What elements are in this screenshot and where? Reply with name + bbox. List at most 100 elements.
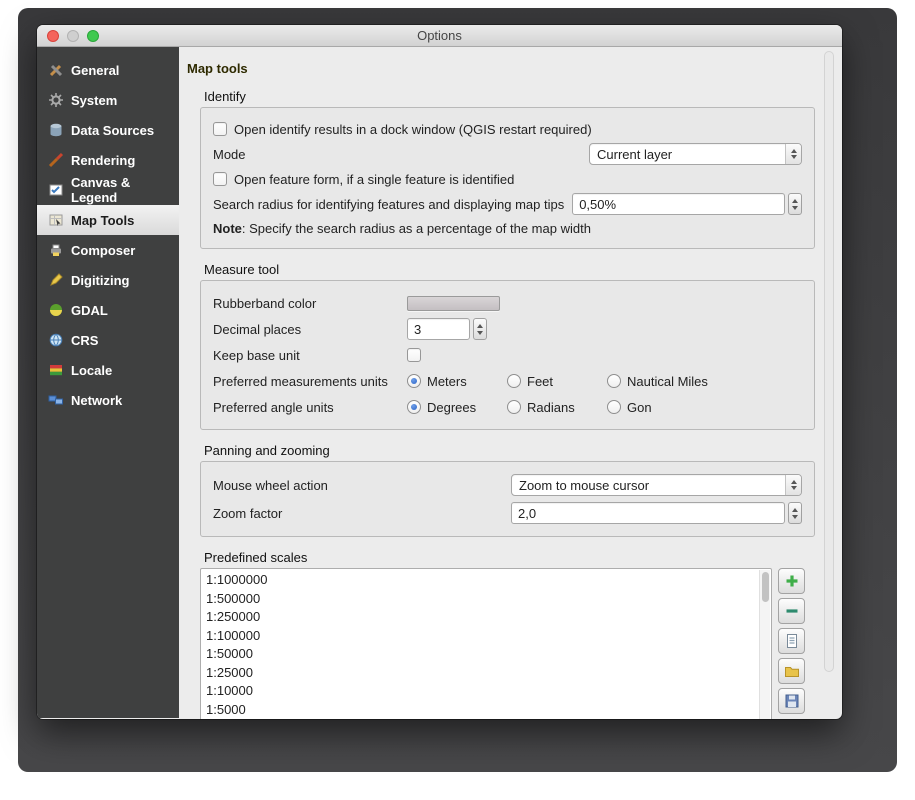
preferred-units-label: Preferred measurements units [213,374,407,389]
gdal-icon [47,302,64,318]
panning-groupbox: Mouse wheel action Zoom to mouse cursor … [200,461,815,537]
sidebar-item-label: Network [71,393,122,408]
measure-groupbox: Rubberband color Decimal places Keep bas… [200,280,815,430]
units-meters-label: Meters [427,374,467,389]
list-scrollbar[interactable] [759,570,770,719]
angle-radians-label: Radians [527,400,575,415]
mouse-wheel-select[interactable]: Zoom to mouse cursor [511,474,802,496]
title-bar[interactable]: Options [37,25,842,47]
sidebar-item-data-sources[interactable]: Data Sources [37,115,179,145]
search-radius-input[interactable] [572,193,785,215]
wrench-icon [47,62,64,78]
radio-icon [607,374,621,388]
keep-base-unit-checkbox[interactable] [407,348,421,362]
measure-section-label: Measure tool [204,262,842,277]
sidebar-item-label: GDAL [71,303,108,318]
search-radius-label: Search radius for identifying features a… [213,197,564,212]
mode-label: Mode [213,147,246,162]
paintbrush-icon [47,152,64,168]
scrollbar-thumb[interactable] [762,572,769,602]
radio-icon [607,400,621,414]
sidebar-item-label: General [71,63,119,78]
scale-list-item[interactable]: 1:25000 [206,664,771,683]
identify-section-label: Identify [204,89,842,104]
gear-icon [47,92,64,108]
scale-list-item[interactable]: 1:100000 [206,627,771,646]
scale-list-item[interactable]: 1:10000 [206,682,771,701]
locale-flags-icon [47,362,64,378]
sidebar-item-label: Canvas & Legend [71,175,179,205]
scale-list-item[interactable]: 1:50000 [206,645,771,664]
angle-gon-radio[interactable]: Gon [607,400,652,415]
remove-scale-button[interactable] [778,598,805,624]
restore-default-scales-button[interactable] [778,628,805,654]
preferred-angle-label: Preferred angle units [213,400,407,415]
sidebar-item-label: CRS [71,333,98,348]
rubberband-color-button[interactable] [407,296,500,311]
plus-icon [784,573,800,589]
predefined-scales-list[interactable]: 1:1000000 1:500000 1:250000 1:100000 1:5… [200,568,772,719]
map-tools-icon [47,212,64,228]
sidebar-item-canvas-legend[interactable]: Canvas & Legend [37,175,179,205]
document-icon [784,633,800,649]
units-feet-label: Feet [527,374,553,389]
identify-groupbox: Open identify results in a dock window (… [200,107,815,249]
database-icon [47,122,64,138]
options-sidebar: General System Data Sources Rendering [37,47,179,718]
panel-scrollbar[interactable] [824,51,834,672]
chevron-updown-icon [785,144,801,164]
scale-list-item[interactable]: 1:250000 [206,608,771,627]
sidebar-item-crs[interactable]: CRS [37,325,179,355]
folder-icon [784,663,800,679]
units-feet-radio[interactable]: Feet [507,374,607,389]
feature-form-label: Open feature form, if a single feature i… [234,172,514,187]
angle-degrees-radio[interactable]: Degrees [407,400,507,415]
scale-list-item[interactable]: 1:500000 [206,590,771,609]
keep-base-unit-label: Keep base unit [213,348,407,363]
units-nautical-radio[interactable]: Nautical Miles [607,374,708,389]
feature-form-checkbox[interactable] [213,172,227,186]
sidebar-item-general[interactable]: General [37,55,179,85]
add-scale-button[interactable] [778,568,805,594]
identify-mode-select[interactable]: Current layer [589,143,802,165]
note-bold: Note [213,221,242,236]
sidebar-item-label: Rendering [71,153,135,168]
angle-degrees-label: Degrees [427,400,476,415]
export-scales-button[interactable] [778,688,805,714]
sidebar-item-rendering[interactable]: Rendering [37,145,179,175]
angle-radians-radio[interactable]: Radians [507,400,607,415]
radio-icon [507,374,521,388]
sidebar-item-map-tools[interactable]: Map Tools [37,205,179,235]
close-icon[interactable] [47,30,59,42]
window-title: Options [417,28,462,43]
sidebar-item-system[interactable]: System [37,85,179,115]
identify-dock-checkbox[interactable] [213,122,227,136]
sidebar-item-composer[interactable]: Composer [37,235,179,265]
globe-icon [47,332,64,348]
save-icon [784,693,800,709]
note-text: : Specify the search radius as a percent… [242,221,591,236]
sidebar-item-digitizing[interactable]: Digitizing [37,265,179,295]
scale-list-item[interactable]: 1:5000 [206,701,771,720]
search-radius-stepper[interactable] [788,193,802,215]
sidebar-item-network[interactable]: Network [37,385,179,415]
zoom-window-icon[interactable] [87,30,99,42]
import-scales-button[interactable] [778,658,805,684]
decimal-places-stepper[interactable] [473,318,487,340]
sidebar-item-gdal[interactable]: GDAL [37,295,179,325]
decimal-places-label: Decimal places [213,322,407,337]
zoom-factor-label: Zoom factor [213,506,511,521]
zoom-factor-input[interactable] [511,502,785,524]
units-nautical-label: Nautical Miles [627,374,708,389]
units-meters-radio[interactable]: Meters [407,374,507,389]
sidebar-item-label: System [71,93,117,108]
zoom-factor-stepper[interactable] [788,502,802,524]
map-tools-panel: Map tools Identify Open identify results… [179,47,842,718]
decimal-places-input[interactable] [407,318,470,340]
printer-icon [47,242,64,258]
minimize-icon[interactable] [67,30,79,42]
identify-mode-value: Current layer [590,147,785,162]
options-dialog: Options General System Data Sources [37,25,842,719]
sidebar-item-locale[interactable]: Locale [37,355,179,385]
scale-list-item[interactable]: 1:1000000 [206,571,771,590]
